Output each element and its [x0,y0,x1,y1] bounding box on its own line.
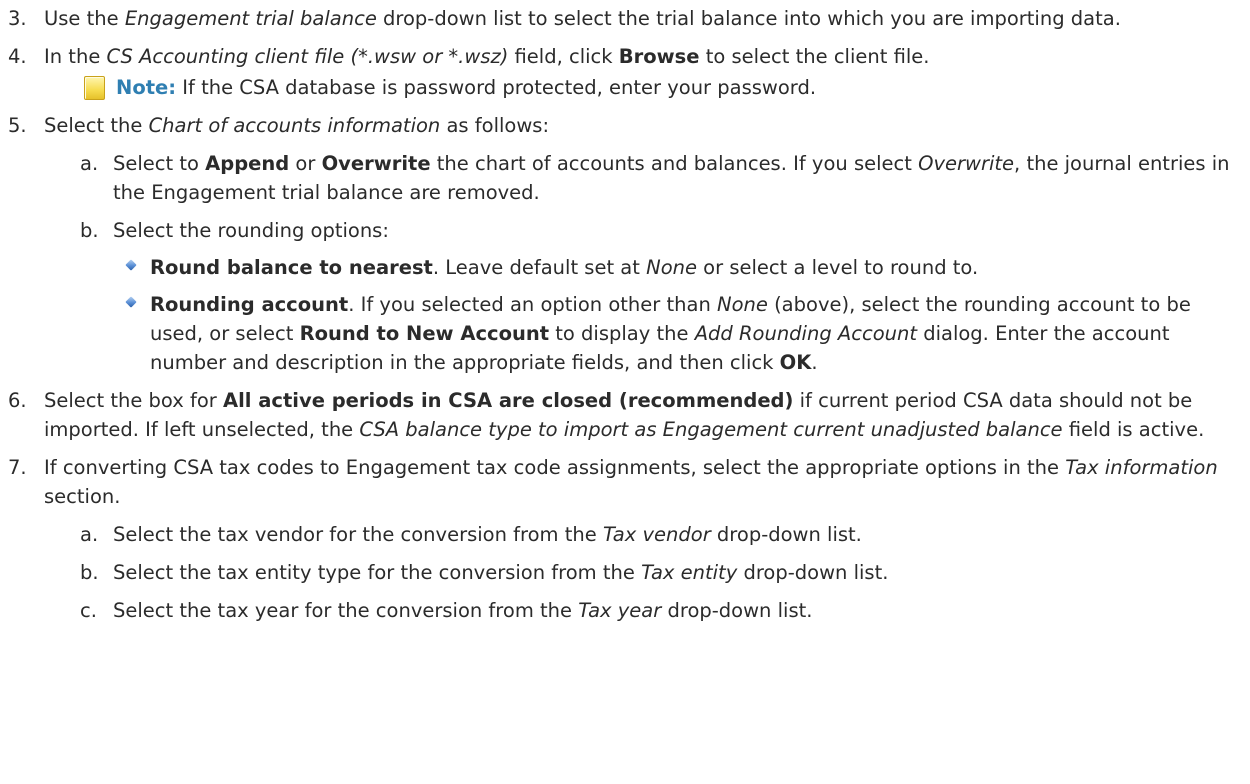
sub-step-item: a. Select to Append or Overwrite the char… [80,149,1242,207]
sub-step-item: a. Select the tax vendor for the conversi… [80,520,1242,549]
text-run: to display the [549,322,695,345]
bold-term: Overwrite [321,152,431,175]
text-run: section. [44,485,121,508]
step-text: In the CS Accounting client file (*.wsw … [44,42,1242,71]
text-run: field is active. [1062,418,1205,441]
bullet-text: Round balance to nearest. Leave default … [150,253,1242,282]
text-run: drop-down list. [710,523,862,546]
italic-term: CS Accounting client file (*.wsw or *.ws… [106,45,509,68]
italic-term: Chart of accounts information [148,114,441,137]
note-body: If the CSA database is password protecte… [176,76,817,99]
italic-term: Engagement trial balance [124,7,377,30]
step-number: 3. [8,7,27,30]
sub-step-text: Select the tax entity type for the conve… [113,558,1242,587]
step-item: 5. Select the Chart of accounts informati… [8,111,1242,377]
text-run: Select the [44,114,149,137]
step-text: Select the Chart of accounts information… [44,111,1242,140]
text-run: Select to [113,152,206,175]
text-run: or [289,152,322,175]
step-item: 6. Select the box for All active periods … [8,386,1242,444]
italic-term: Tax entity [641,561,738,584]
text-run: drop-down list to select the trial balan… [376,7,1121,30]
italic-term: CSA balance type to import as Engagement… [359,418,1063,441]
text-run: Select the tax vendor for the conversion… [113,523,603,546]
bold-term: Round balance to nearest [150,256,433,279]
text-run: In the [44,45,107,68]
step-text: Select the box for All active periods in… [44,386,1242,444]
text-run: Select the rounding options: [113,219,389,242]
text-run: If converting CSA tax codes to Engagemen… [44,456,1066,479]
text-run: drop-down list. [737,561,889,584]
step-item: 4. In the CS Accounting client file (*.ws… [8,42,1242,102]
italic-term: Tax vendor [602,523,711,546]
italic-term: Tax year [578,599,662,622]
text-run: Select the tax year for the conversion f… [113,599,579,622]
text-run: . If you selected an option other than [348,293,717,316]
text-run: field, click [508,45,619,68]
sub-step-letter: c. [80,599,97,622]
step-number: 6. [8,389,27,412]
italic-term: Add Rounding Account [694,322,917,345]
sub-step-item: b. Select the tax entity type for the con… [80,558,1242,587]
sub-step-item: b. Select the rounding options: [80,216,1242,245]
bold-term: OK [779,351,812,374]
step-number: 4. [8,45,27,68]
text-run: drop-down list. [661,599,813,622]
sub-step-letter: a. [80,152,99,175]
italic-term: Tax information [1065,456,1218,479]
italic-term: Overwrite [918,152,1015,175]
sub-step-text: Select to Append or Overwrite the chart … [113,149,1242,207]
step-item: 3. Use the Engagement trial balance drop-… [8,4,1242,33]
text-run: . Leave default set at [432,256,647,279]
text-run: the chart of accounts and balances. If y… [430,152,919,175]
italic-term: None [646,256,697,279]
sub-step-text: Select the rounding options: [113,216,1242,245]
bold-term: All active periods in CSA are closed (re… [223,389,794,412]
text-run: to select the client file. [699,45,930,68]
sub-step-item: c. Select the tax year for the conversion… [80,596,1242,625]
diamond-bullet-icon [125,259,137,271]
text-run: Select the tax entity type for the conve… [113,561,642,584]
note-callout: Note: If the CSA database is password pr… [44,73,1242,102]
sub-step-text: Select the tax year for the conversion f… [113,596,1242,625]
bullet-item: Rounding account. If you selected an opt… [115,290,1242,377]
step-text: If converting CSA tax codes to Engagemen… [44,453,1242,511]
bullet-text: Rounding account. If you selected an opt… [150,290,1242,377]
italic-term: None [717,293,768,316]
procedure-document: 3. Use the Engagement trial balance drop-… [0,0,1250,625]
sub-step-text: Select the tax vendor for the conversion… [113,520,1242,549]
text-run: as follows: [440,114,550,137]
step-number: 5. [8,114,27,137]
step-item: 7. If converting CSA tax codes to Engagem… [8,453,1242,625]
text-run: Select the box for [44,389,224,412]
step-text: Use the Engagement trial balance drop-do… [44,4,1242,33]
sub-step-letter: b. [80,561,99,584]
bullet-item: Round balance to nearest. Leave default … [115,253,1242,282]
note-icon [84,76,105,100]
bold-term: Round to New Account [299,322,550,345]
step-number: 7. [8,456,27,479]
bold-term: Rounding account [150,293,349,316]
text-run: . [811,351,818,374]
diamond-bullet-icon [125,296,137,308]
note-text: Note: If the CSA database is password pr… [80,73,1242,102]
note-label: Note: [116,76,177,99]
sub-step-letter: a. [80,523,99,546]
sub-step-letter: b. [80,219,99,242]
bold-term: Append [205,152,290,175]
text-run: Use the [44,7,125,30]
bold-term: Browse [618,45,700,68]
text-run: or select a level to round to. [696,256,979,279]
